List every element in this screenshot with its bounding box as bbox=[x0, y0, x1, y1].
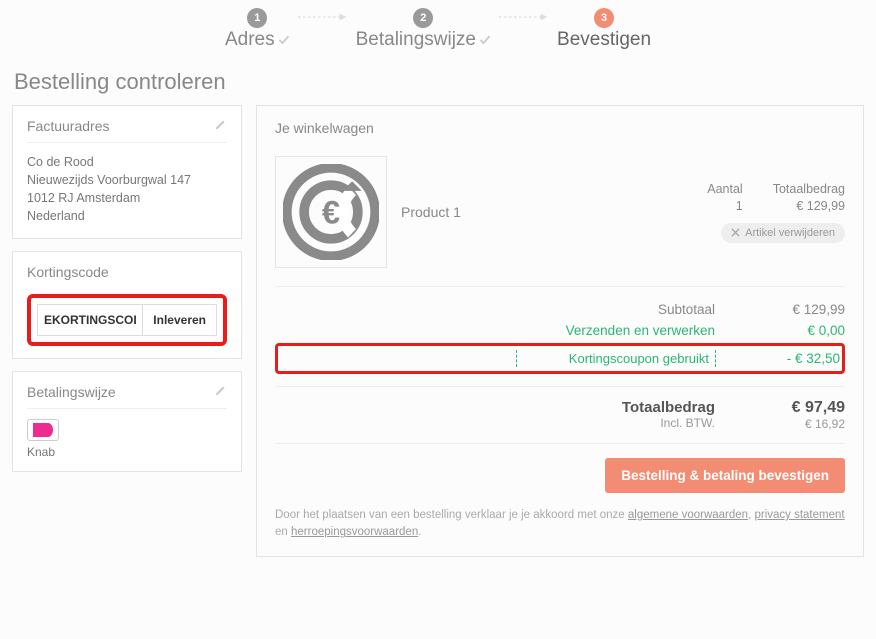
coupon-applied-value: - € 32,50 bbox=[756, 351, 840, 366]
privacy-link[interactable]: privacy statement bbox=[754, 509, 844, 521]
arrow-icon bbox=[298, 12, 348, 22]
close-icon bbox=[731, 228, 740, 237]
shipping-value: € 0,00 bbox=[755, 323, 845, 338]
vat-label: Incl. BTW. bbox=[622, 416, 715, 430]
subtotal-label: Subtotaal bbox=[515, 302, 715, 317]
step-payment[interactable]: 2 Betalingswijze bbox=[356, 8, 491, 51]
address-line: Nieuwezijds Voorburgwal 147 bbox=[27, 171, 227, 189]
coupon-input[interactable] bbox=[37, 304, 143, 336]
coupon-submit-button[interactable]: Inleveren bbox=[143, 304, 217, 336]
step-label: Adres bbox=[225, 29, 275, 51]
line-total-value: € 129,99 bbox=[773, 199, 845, 213]
cart-title: Je winkelwagen bbox=[275, 120, 845, 136]
check-icon bbox=[479, 34, 491, 46]
grand-total-value: € 97,49 bbox=[755, 399, 845, 417]
address-line: 1012 RJ Amsterdam bbox=[27, 189, 227, 207]
payment-card: Betalingswijze Knab bbox=[12, 371, 242, 472]
legal-suffix: . bbox=[418, 526, 421, 538]
billing-card: Factuuradres Co de Rood Nieuwezijds Voor… bbox=[12, 105, 242, 239]
euro-icon: € bbox=[283, 164, 379, 260]
step-label: Bevestigen bbox=[557, 29, 651, 51]
subtotal-value: € 129,99 bbox=[755, 302, 845, 317]
arrow-icon bbox=[499, 12, 549, 22]
coupon-applied-label: Kortingscoupon gebruikt bbox=[516, 350, 716, 367]
checkout-steps: 1 Adres 2 Betalingswijze 3 Bevestigen bbox=[12, 0, 864, 63]
coupon-card: Kortingscode Inleveren bbox=[12, 251, 242, 359]
qty-value: 1 bbox=[707, 199, 742, 213]
remove-label: Artikel verwijderen bbox=[745, 227, 835, 239]
billing-title: Factuuradres bbox=[27, 118, 109, 134]
step-label: Betalingswijze bbox=[356, 29, 476, 51]
legal-prefix: Door het plaatsen van een bestelling ver… bbox=[275, 509, 628, 521]
coupon-title: Kortingscode bbox=[27, 264, 109, 280]
confirm-order-button[interactable]: Bestelling & betaling bevestigen bbox=[605, 458, 845, 493]
remove-item-button[interactable]: Artikel verwijderen bbox=[721, 223, 845, 243]
vat-value: € 16,92 bbox=[755, 417, 845, 431]
edit-icon[interactable] bbox=[214, 118, 227, 134]
grand-total-label: Totaalbedrag bbox=[622, 399, 715, 416]
coupon-applied-row: Kortingscoupon gebruikt - € 32,50 bbox=[275, 343, 845, 374]
sep: en bbox=[275, 526, 291, 538]
shipping-label: Verzenden en verwerken bbox=[515, 323, 715, 338]
product-image: € bbox=[275, 156, 387, 268]
edit-icon[interactable] bbox=[214, 384, 227, 400]
step-confirm[interactable]: 3 Bevestigen bbox=[557, 8, 651, 51]
payment-bank: Knab bbox=[27, 445, 227, 459]
terms-link[interactable]: algemene voorwaarden bbox=[628, 509, 748, 521]
svg-text:€: € bbox=[322, 194, 340, 231]
legal-text: Door het plaatsen van een bestelling ver… bbox=[275, 507, 845, 542]
product-name: Product 1 bbox=[401, 204, 693, 220]
page-title: Bestelling controleren bbox=[14, 69, 864, 95]
withdrawal-link[interactable]: herroepingsvoorwaarden bbox=[291, 526, 418, 538]
qty-label: Aantal bbox=[707, 182, 742, 196]
step-number: 3 bbox=[594, 8, 614, 28]
address-line: Nederland bbox=[27, 207, 227, 225]
line-total-label: Totaalbedrag bbox=[773, 182, 845, 196]
ideal-icon bbox=[27, 419, 59, 441]
step-number: 2 bbox=[413, 8, 433, 28]
check-icon bbox=[278, 34, 290, 46]
step-address[interactable]: 1 Adres bbox=[225, 8, 290, 51]
address-line: Co de Rood bbox=[27, 153, 227, 171]
cart-item: € Product 1 Aantal 1 Totaalbedrag € 129,… bbox=[275, 156, 845, 287]
payment-title: Betalingswijze bbox=[27, 384, 116, 400]
step-number: 1 bbox=[247, 8, 267, 28]
